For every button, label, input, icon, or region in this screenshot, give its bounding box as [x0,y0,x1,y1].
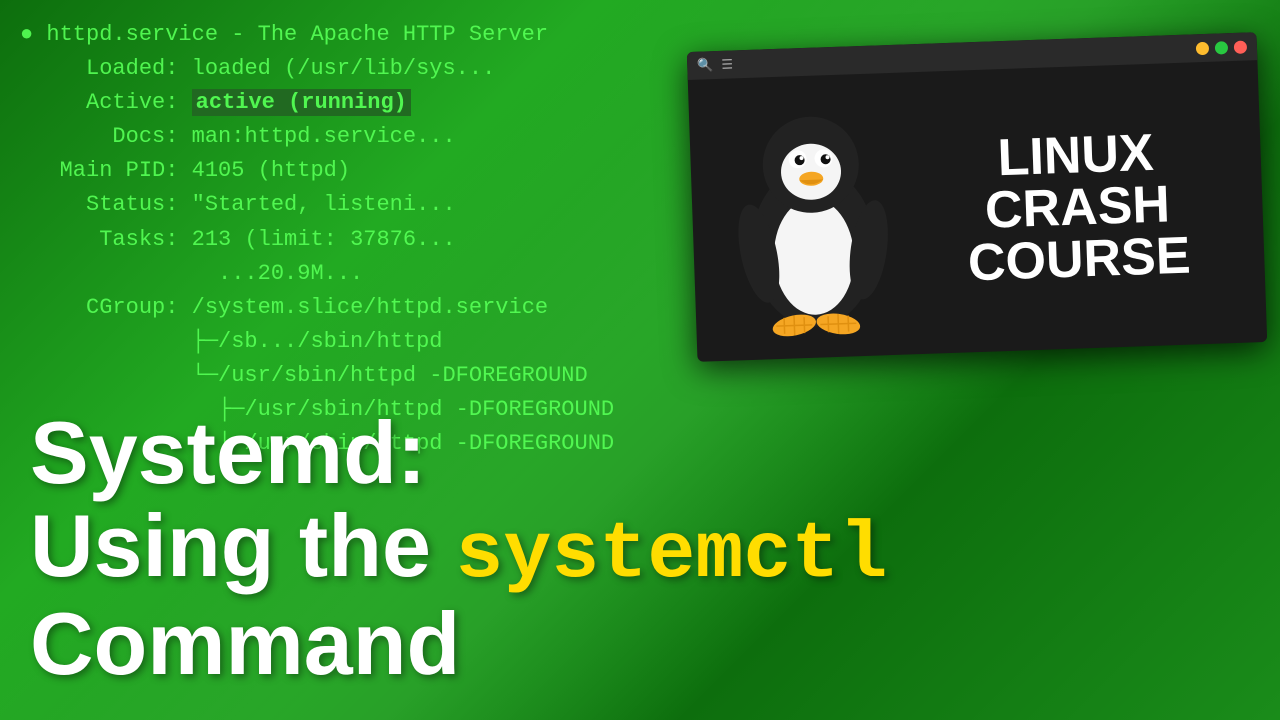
tux-penguin-area [708,93,916,340]
titlebar-left-icons: 🔍 ☰ [697,57,733,73]
maximize-button[interactable] [1215,41,1228,54]
search-icon[interactable]: 🔍 [697,58,714,74]
minimize-button[interactable] [1196,41,1209,54]
window-controls [1196,40,1247,55]
lcc-title: LINUX CRASH COURSE [964,126,1192,290]
menu-icon[interactable]: ☰ [721,57,733,72]
close-button[interactable] [1234,40,1247,53]
linux-crash-course-text-area: LINUX CRASH COURSE [910,124,1245,291]
floating-window: 🔍 ☰ [687,32,1267,362]
lcc-line3: COURSE [967,230,1191,290]
tux-penguin-svg [718,94,906,340]
window-content: LINUX CRASH COURSE [688,60,1267,362]
